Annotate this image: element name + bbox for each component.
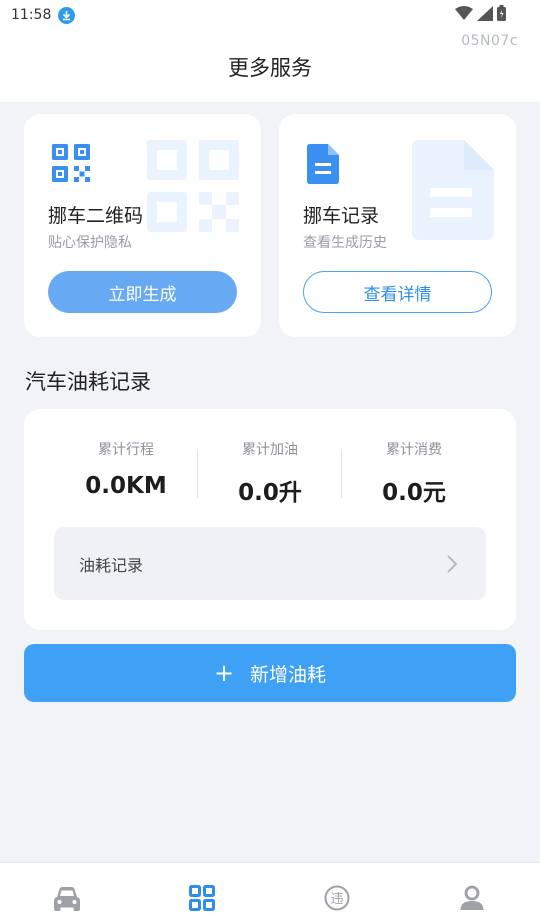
status-icons (455, 5, 506, 21)
violation-glyph: 违 (330, 892, 343, 907)
fuel-stats-card: 累计行程 0.0KM 累计加油 0.0升 累计消费 0.0元 油耗记录 (24, 409, 516, 630)
add-fuel-label: 新增油耗 (250, 663, 327, 686)
stat-value: 0.0升 (238, 480, 302, 506)
download-icon (58, 7, 75, 24)
stat-total-fuel: 累计加油 0.0升 (198, 439, 342, 507)
qr-watermark-icon (147, 140, 239, 232)
document-watermark-icon (412, 140, 494, 240)
battery-icon (497, 5, 506, 21)
document-icon (307, 144, 339, 184)
stat-label: 累计加油 (242, 442, 298, 458)
qr-card-subtitle: 贴心保护隐私 (48, 235, 132, 251)
page-title: 更多服务 (228, 56, 312, 80)
signal-icon (477, 5, 493, 21)
stat-total-cost: 累计消费 0.0元 (342, 439, 486, 507)
violation-icon: 违 (324, 885, 350, 911)
wifi-icon (455, 6, 473, 20)
stat-label: 累计消费 (386, 442, 442, 458)
add-fuel-record-button[interactable]: + 新增油耗 (24, 644, 516, 702)
records-card-title: 挪车记录 (303, 205, 380, 227)
chevron-right-icon (447, 555, 458, 573)
records-card-subtitle: 查看生成历史 (303, 235, 387, 251)
qr-code-card[interactable]: 挪车二维码 贴心保护隐私 立即生成 (24, 114, 261, 337)
view-details-button[interactable]: 查看详情 (303, 271, 492, 313)
stat-value: 0.0元 (382, 480, 446, 506)
stat-total-distance: 累计行程 0.0KM (54, 439, 198, 499)
build-tag: 05N07c (461, 33, 518, 49)
generate-qr-button[interactable]: 立即生成 (48, 271, 237, 313)
tab-services[interactable] (182, 885, 222, 917)
bottom-tab-bar: 违 (0, 862, 540, 918)
car-icon (54, 887, 80, 911)
plus-icon: + (213, 659, 235, 687)
tab-violations[interactable]: 违 (317, 885, 357, 917)
grid-icon (189, 885, 215, 911)
header-area: 11:58 05N07c 更多服务 (0, 0, 540, 102)
profile-icon (460, 885, 484, 910)
status-time: 11:58 (11, 7, 52, 23)
qr-code-icon (52, 144, 90, 182)
tab-profile[interactable] (452, 885, 492, 917)
move-car-records-card[interactable]: 挪车记录 查看生成历史 查看详情 (279, 114, 516, 337)
qr-card-title: 挪车二维码 (48, 205, 144, 227)
tab-car[interactable] (47, 885, 87, 917)
stat-label: 累计行程 (98, 442, 154, 458)
stat-value: 0.0KM (85, 473, 167, 499)
fuel-records-label: 油耗记录 (79, 556, 144, 575)
fuel-section-title: 汽车油耗记录 (25, 370, 151, 394)
fuel-records-row[interactable]: 油耗记录 (54, 527, 486, 600)
